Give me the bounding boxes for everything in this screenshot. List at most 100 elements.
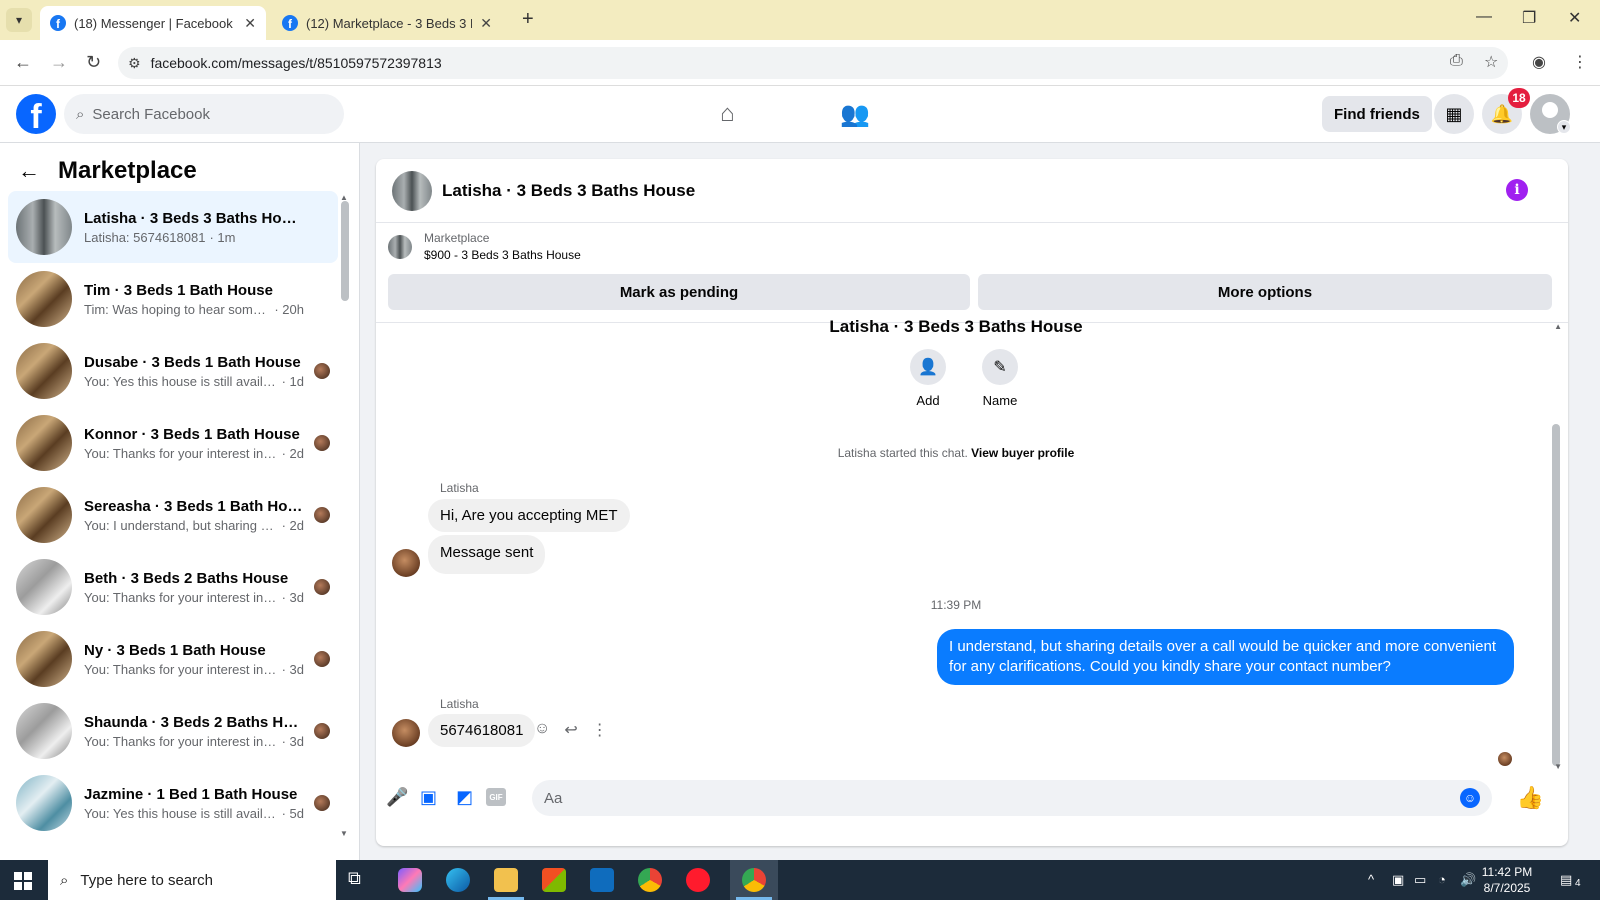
close-window-icon[interactable]: ✕ — [1568, 8, 1581, 28]
conversation-item[interactable]: Ny · 3 Beds 1 Bath House You: Thanks for … — [8, 623, 338, 695]
sticker-icon[interactable]: ◩ — [456, 787, 473, 808]
more-options-button[interactable]: More options — [978, 274, 1552, 310]
view-buyer-profile-link[interactable]: View buyer profile — [971, 446, 1074, 460]
back-arrow-icon[interactable]: ← — [18, 158, 40, 184]
thumbs-up-icon[interactable]: 👍 — [1517, 785, 1544, 811]
find-friends-button[interactable]: Find friends — [1322, 96, 1432, 132]
emoji-icon[interactable]: ☺ — [1460, 788, 1480, 808]
listing-thumbnail — [16, 199, 72, 255]
more-vertical-icon[interactable]: ⋮ — [592, 720, 608, 740]
outlook-icon[interactable] — [590, 868, 614, 892]
sender-avatar[interactable] — [392, 549, 420, 577]
task-view-icon[interactable]: ⧉ — [348, 868, 372, 892]
incoming-message[interactable]: Hi, Are you accepting MET — [428, 499, 630, 532]
taskbar-search-input[interactable]: ⌕ Type here to search — [48, 860, 336, 900]
scroll-down-icon[interactable]: ▼ — [1554, 762, 1562, 771]
conversation-item[interactable]: Dusabe · 3 Beds 1 Bath House You: Yes thi… — [8, 335, 338, 407]
restore-icon[interactable]: ❐ — [1522, 8, 1536, 28]
microphone-icon[interactable]: 🎤 — [386, 787, 408, 808]
copilot-icon[interactable] — [398, 868, 422, 892]
battery-icon[interactable]: ▭ — [1414, 872, 1426, 888]
listing-title: $900 - 3 Beds 3 Baths House — [424, 248, 581, 262]
react-smiley-icon[interactable]: ☺ — [534, 720, 550, 740]
site-settings-icon[interactable]: ⚙ — [128, 55, 141, 72]
menu-grid-icon[interactable]: ▦ — [1434, 94, 1474, 134]
tab-search-chevron-icon[interactable]: ▾ — [6, 8, 32, 32]
outgoing-message[interactable]: I understand, but sharing details over a… — [937, 629, 1514, 685]
notification-center-count: 4 — [1575, 878, 1581, 889]
tab-messenger[interactable]: f (18) Messenger | Facebook ✕ — [40, 6, 266, 40]
chevron-up-icon[interactable]: ^ — [1368, 872, 1374, 887]
friends-icon[interactable]: 👥 — [840, 100, 870, 129]
minimize-icon[interactable]: — — [1476, 8, 1492, 26]
meet-icon[interactable]: ▣ — [1392, 872, 1404, 888]
new-tab-button[interactable]: + — [522, 8, 534, 31]
close-tab-icon[interactable]: ✕ — [244, 15, 256, 32]
opera-icon[interactable] — [686, 868, 710, 892]
profile-icon[interactable]: ◉ — [1532, 52, 1546, 72]
taskbar-clock[interactable]: 11:42 PM 8/7/2025 — [1472, 864, 1542, 896]
reply-icon[interactable]: ↩ — [564, 720, 577, 740]
chrome-icon[interactable] — [742, 868, 766, 892]
scroll-down-icon[interactable]: ▼ — [340, 829, 348, 838]
edit-name-button[interactable]: ✎ Name — [970, 349, 1030, 408]
facebook-search-input[interactable]: ⌕ Search Facebook — [64, 94, 344, 134]
facebook-logo[interactable]: f — [16, 94, 56, 134]
add-person-icon: 👤 — [910, 349, 946, 385]
conversation-item[interactable]: Konnor · 3 Beds 1 Bath House You: Thanks … — [8, 407, 338, 479]
install-app-icon[interactable]: ⎙ — [1450, 52, 1463, 70]
tab-marketplace[interactable]: f (12) Marketplace - 3 Beds 3 Bat ✕ — [272, 6, 502, 40]
conversation-item[interactable]: Beth · 3 Beds 2 Baths House You: Thanks f… — [8, 551, 338, 623]
conversation-item[interactable]: Shaunda · 3 Beds 2 Baths Hou... You: Than… — [8, 695, 338, 767]
store-icon[interactable] — [542, 868, 566, 892]
windows-start-icon[interactable] — [14, 872, 32, 890]
gif-icon[interactable]: GIF — [486, 788, 506, 806]
chat-thumbnail[interactable] — [392, 170, 432, 211]
timestamp-separator: 11:39 PM — [930, 598, 982, 612]
edge-icon[interactable] — [446, 868, 470, 892]
chat-scrollbar[interactable] — [1552, 424, 1560, 766]
back-icon[interactable]: ← — [14, 52, 32, 73]
read-receipt-avatar — [314, 795, 330, 811]
incoming-message[interactable]: 5674618081 — [428, 714, 536, 747]
notification-center-icon[interactable]: ▤ — [1560, 872, 1572, 888]
conversation-name: Dusabe · 3 Beds 1 Bath House — [84, 353, 301, 371]
search-icon: ⌕ — [76, 105, 85, 123]
file-explorer-icon[interactable] — [494, 868, 518, 892]
scroll-up-icon[interactable]: ▲ — [1554, 322, 1562, 331]
info-icon[interactable]: i — [1506, 179, 1528, 201]
add-person-button[interactable]: 👤 Add — [898, 349, 958, 408]
conversation-item[interactable]: Tim · 3 Beds 1 Bath House Tim: Was hoping… — [8, 263, 338, 335]
wifi-icon[interactable]: ◔ — [1438, 872, 1446, 887]
facebook-favicon-icon: f — [50, 15, 66, 31]
pencil-icon: ✎ — [982, 349, 1018, 385]
reload-icon[interactable]: ↻ — [86, 52, 101, 73]
sender-avatar[interactable] — [392, 719, 420, 747]
conversation-item[interactable]: Latisha · 3 Beds 3 Baths House Latisha: 5… — [8, 191, 338, 263]
home-icon[interactable]: ⌂ — [720, 100, 735, 128]
incoming-message[interactable]: Message sent — [428, 535, 546, 574]
conversation-list: Latisha · 3 Beds 3 Baths House Latisha: 5… — [8, 191, 338, 839]
chevron-down-icon[interactable]: ▾ — [1557, 120, 1571, 134]
conversation-preview: You: Thanks for your interest in t... — [84, 733, 278, 749]
browser-menu-icon[interactable]: ⋮ — [1572, 52, 1588, 72]
sidebar-scrollbar[interactable] — [341, 201, 349, 301]
chat-title[interactable]: Latisha · 3 Beds 3 Baths House — [442, 181, 695, 201]
conversation-item[interactable]: Jazmine · 1 Bed 1 Bath House You: Yes thi… — [8, 767, 338, 839]
forward-icon[interactable]: → — [50, 52, 68, 73]
conversation-text: Shaunda · 3 Beds 2 Baths Hou... You: Than… — [84, 714, 304, 749]
chrome-icon[interactable] — [638, 868, 662, 892]
message-input[interactable]: Aa ☺ — [532, 780, 1492, 816]
url-field[interactable]: ⚙ facebook.com/messages/t/85105975723978… — [118, 47, 1508, 79]
conversation-time: · 2d — [281, 445, 304, 461]
conversation-item[interactable]: Sereasha · 3 Beds 1 Bath House You: I und… — [8, 479, 338, 551]
close-tab-icon[interactable]: ✕ — [480, 15, 492, 32]
read-receipt-avatar — [314, 363, 330, 379]
mark-as-pending-button[interactable]: Mark as pending — [388, 274, 970, 310]
bookmark-star-icon[interactable]: ☆ — [1484, 52, 1498, 72]
photo-attach-icon[interactable]: ▣ — [420, 787, 437, 808]
listing-summary[interactable]: Marketplace $900 - 3 Beds 3 Baths House — [388, 231, 581, 262]
conversation-text: Konnor · 3 Beds 1 Bath House You: Thanks … — [84, 426, 304, 461]
browser-tab-bar: ▾ f (18) Messenger | Facebook ✕ f (12) M… — [0, 0, 1600, 40]
conversation-name: Tim · 3 Beds 1 Bath House — [84, 281, 273, 299]
